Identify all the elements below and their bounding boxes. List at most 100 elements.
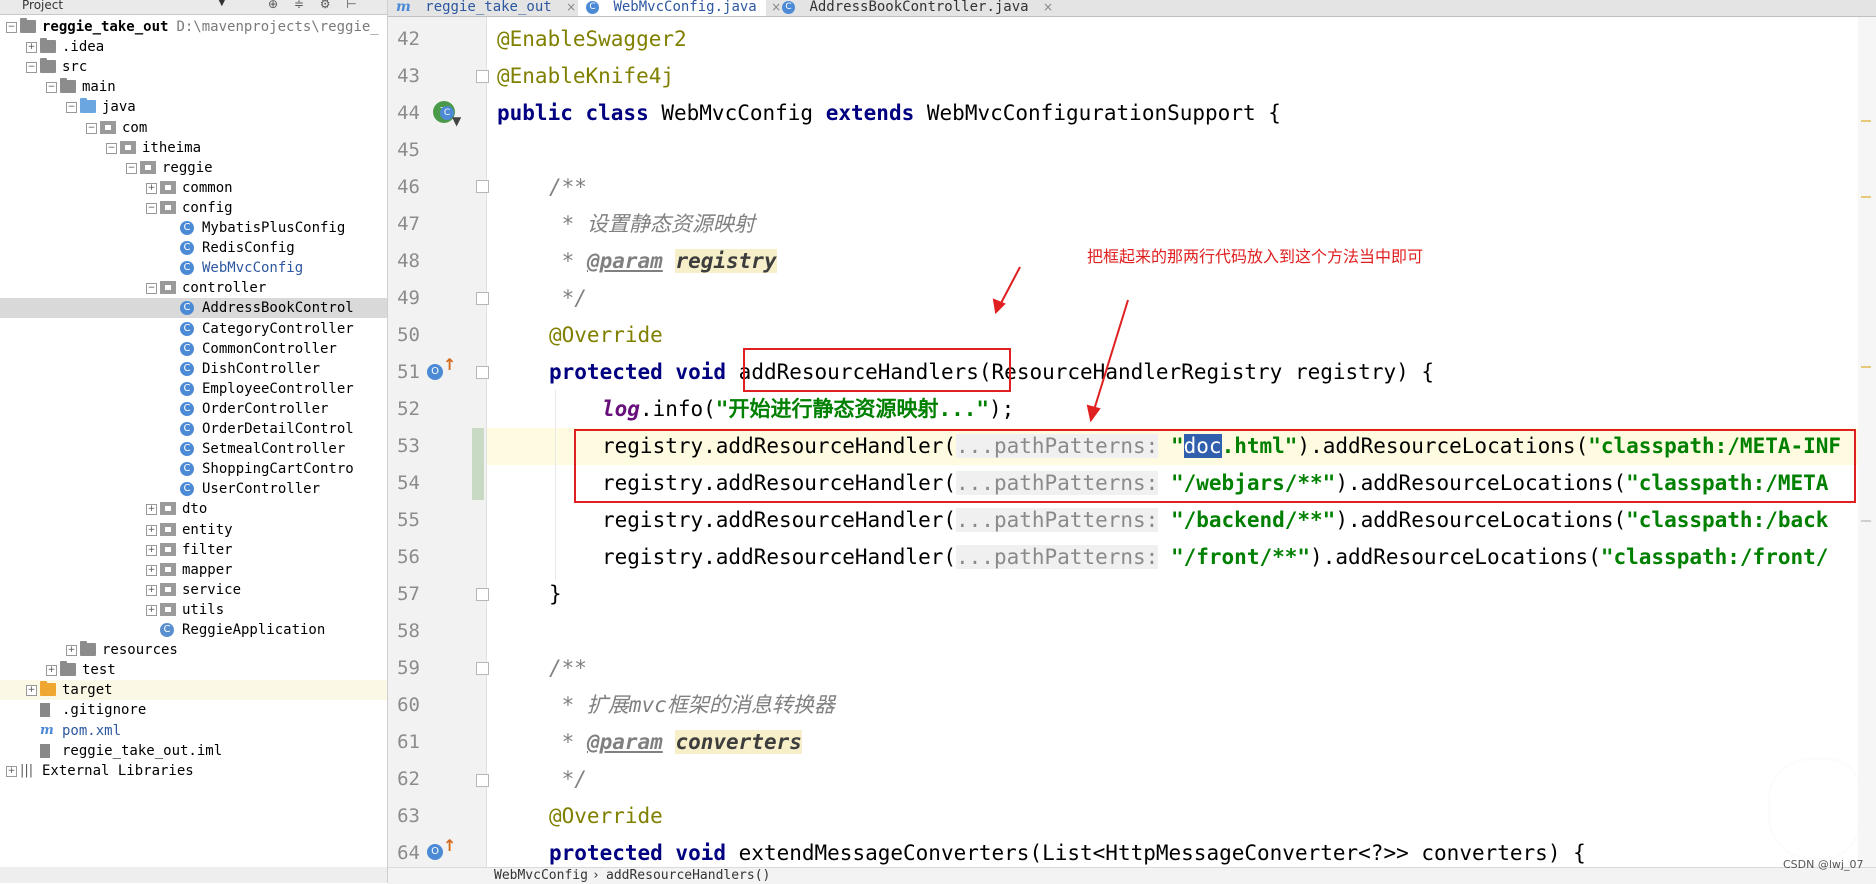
tree-item[interactable]: − controller [0, 278, 387, 298]
tree-item[interactable]: − com [0, 118, 387, 138]
code-line-43[interactable]: @EnableKnife4j [497, 58, 674, 95]
override-method-icon[interactable]: O [427, 364, 443, 380]
close-icon[interactable]: × [566, 0, 576, 14]
line-number[interactable]: 49 [392, 280, 420, 317]
tree-item[interactable]: C OrderDetailControl [0, 419, 387, 439]
breadcrumb-method[interactable]: addResourceHandlers() [606, 868, 770, 884]
tree-item[interactable]: − main [0, 77, 387, 97]
panel-tools-icons[interactable]: ⊕ ≑ ⚙ ⊢ [268, 0, 363, 11]
code-line-46[interactable]: /** [549, 169, 587, 206]
close-icon[interactable]: × [771, 0, 781, 14]
tab-reggie-take-out[interactable]: m reggie_take_out × [396, 0, 576, 16]
line-number[interactable]: 47 [392, 206, 420, 243]
expand-icon[interactable]: + [46, 665, 57, 677]
line-number[interactable]: 52 [392, 391, 420, 428]
tree-item[interactable]: + ||| External Libraries [0, 761, 387, 781]
fold-marker[interactable] [476, 774, 489, 787]
tree-item[interactable]: C SetmealController [0, 439, 387, 459]
line-number[interactable]: 56 [392, 539, 420, 576]
project-panel-title[interactable]: Project [22, 0, 63, 12]
code-line-60[interactable]: * 扩展mvc框架的消息转换器 [549, 687, 835, 724]
collapse-icon[interactable]: − [26, 62, 37, 74]
fold-marker[interactable] [476, 180, 489, 193]
line-number[interactable]: 43 [392, 58, 420, 95]
line-number[interactable]: 58 [392, 613, 420, 650]
collapse-icon[interactable]: − [106, 142, 117, 154]
tree-item[interactable]: C CommonController [0, 339, 387, 359]
tree-item[interactable]: − src [0, 57, 387, 77]
scroll-marker[interactable] [1861, 520, 1871, 522]
fold-marker[interactable] [476, 70, 489, 83]
code-line-55[interactable]: registry.addResourceHandler(...pathPatte… [602, 502, 1828, 539]
tree-item[interactable]: + common [0, 178, 387, 198]
tree-item[interactable]: + dto [0, 499, 387, 519]
line-number[interactable]: 46 [392, 169, 420, 206]
line-number[interactable]: 44 [392, 95, 420, 132]
code-line-44[interactable]: public class WebMvcConfig extends WebMvc… [497, 95, 1281, 132]
tree-item[interactable]: − config [0, 198, 387, 218]
expand-icon[interactable]: + [146, 504, 157, 516]
tree-item[interactable]: reggie_take_out.iml [0, 741, 387, 761]
tree-item[interactable]: m pom.xml [0, 721, 387, 741]
scroll-marker[interactable] [1861, 196, 1871, 198]
collapse-icon[interactable]: − [126, 162, 137, 174]
arrow-up-icon[interactable]: ↑ [443, 836, 456, 855]
tree-item[interactable]: C OrderController [0, 399, 387, 419]
tree-item[interactable]: + utils [0, 600, 387, 620]
code-line-52[interactable]: log.info("开始进行静态资源映射..."); [602, 391, 1014, 428]
line-number[interactable]: 61 [392, 724, 420, 761]
line-number[interactable]: 57 [392, 576, 420, 613]
tree-item[interactable]: + test [0, 660, 387, 680]
collapse-icon[interactable]: − [66, 102, 77, 114]
tree-item[interactable]: C AddressBookControl [0, 298, 387, 319]
code-line-63[interactable]: @Override [549, 798, 663, 835]
tree-item[interactable]: C MybatisPlusConfig [0, 218, 387, 238]
expand-icon[interactable]: + [146, 584, 157, 596]
line-number[interactable]: 60 [392, 687, 420, 724]
fold-marker[interactable] [476, 662, 489, 675]
scroll-marker[interactable] [1861, 366, 1871, 368]
code-line-42[interactable]: @EnableSwagger2 [497, 21, 687, 58]
code-line-57[interactable]: } [549, 576, 562, 613]
fold-marker[interactable] [476, 588, 489, 601]
arrow-up-icon[interactable]: ↑ [443, 355, 456, 374]
code-line-48[interactable]: * @param registry [549, 243, 777, 280]
line-number[interactable]: 62 [392, 761, 420, 798]
chevron-down-icon[interactable]: ▼ [218, 0, 226, 8]
tree-item[interactable]: + resources [0, 640, 387, 660]
tree-item[interactable]: C RedisConfig [0, 238, 387, 258]
tree-item[interactable]: C WebMvcConfig [0, 258, 387, 278]
tree-item[interactable]: − java [0, 97, 387, 117]
override-method-icon[interactable]: O [427, 844, 443, 860]
collapse-icon[interactable]: − [146, 202, 157, 214]
tab-webmvcconfig[interactable]: C WebMvcConfig.java × [578, 0, 781, 16]
chevron-down-icon[interactable]: ▼ [452, 114, 461, 128]
collapse-icon[interactable]: − [146, 283, 157, 295]
collapse-icon[interactable]: − [86, 122, 97, 134]
collapse-icon[interactable]: − [46, 82, 57, 94]
expand-icon[interactable]: + [26, 42, 37, 54]
tree-item[interactable]: − reggie_take_out D:\mavenprojects\reggie_ [0, 17, 387, 37]
code-line-59[interactable]: /** [549, 650, 587, 687]
code-line-61[interactable]: * @param converters [549, 724, 802, 761]
line-number[interactable]: 55 [392, 502, 420, 539]
expand-icon[interactable]: + [146, 182, 157, 194]
line-number[interactable]: 63 [392, 798, 420, 835]
line-number[interactable]: 48 [392, 243, 420, 280]
expand-icon[interactable]: + [146, 544, 157, 556]
tab-addressbookcontroller[interactable]: C AddressBookController.java × [782, 0, 1053, 16]
expand-icon[interactable]: + [146, 604, 157, 616]
tree-item[interactable]: + mapper [0, 560, 387, 580]
vcs-change-marker[interactable] [472, 428, 484, 500]
code-line-49[interactable]: */ [549, 280, 587, 317]
expand-icon[interactable]: + [66, 645, 77, 657]
line-number[interactable]: 50 [392, 317, 420, 354]
line-number[interactable]: 42 [392, 21, 420, 58]
line-number[interactable]: 53 [392, 428, 420, 465]
line-number[interactable]: 51 [392, 354, 420, 391]
tree-item[interactable]: C ShoppingCartContro [0, 459, 387, 479]
line-number[interactable]: 45 [392, 132, 420, 169]
line-number[interactable]: 59 [392, 650, 420, 687]
vertical-scrollbar[interactable] [1858, 17, 1876, 867]
tree-item[interactable]: + .idea [0, 37, 387, 57]
